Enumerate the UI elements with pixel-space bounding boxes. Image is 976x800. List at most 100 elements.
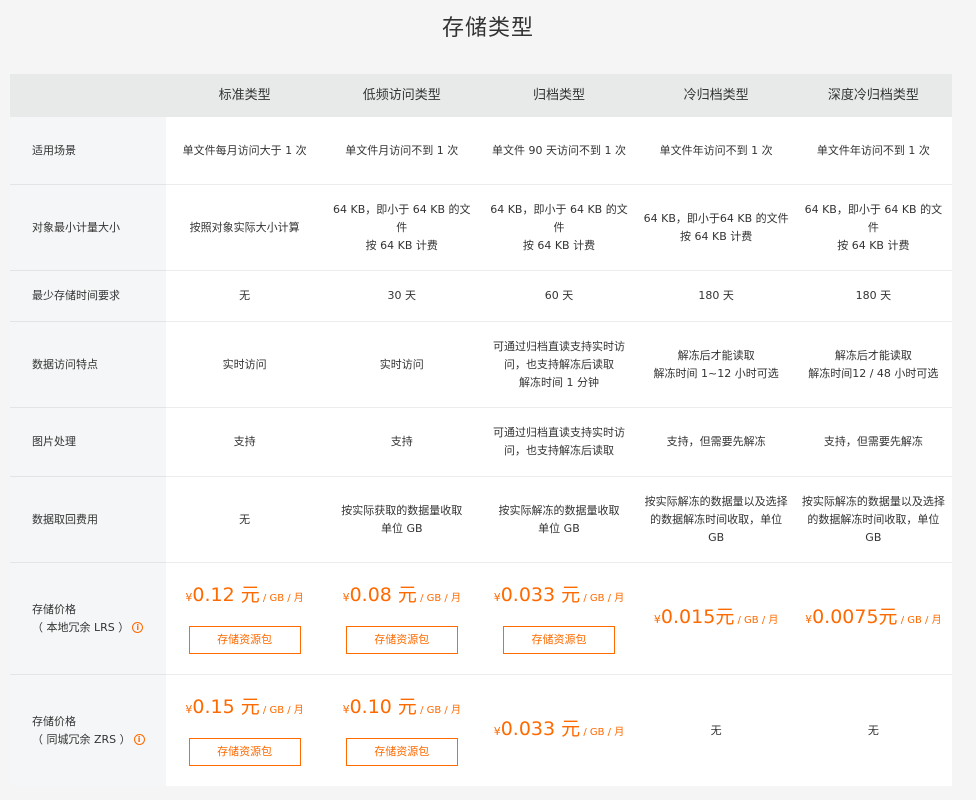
price-value: ¥0.015元 / GB / 月 <box>654 606 778 632</box>
info-circle-icon[interactable]: i <box>132 622 144 633</box>
header-standard: 标准类型 <box>166 74 324 117</box>
price-unit: / GB / 月 <box>580 592 625 604</box>
cell-min-billable-size-archive: 64 KB，即小于 64 KB 的文件 按 64 KB 计费 <box>480 185 638 271</box>
price-amount: 0.08 元 <box>349 583 417 606</box>
price-block: ¥0.033 元 / GB / 月 <box>494 718 625 744</box>
price-value: ¥0.10 元 / GB / 月 <box>343 696 461 722</box>
storage-price-label-line1: 存储价格 <box>32 602 76 616</box>
price-amount: 0.033 元 <box>500 717 581 740</box>
row-label-access-characteristics: 数据访问特点 <box>10 322 166 408</box>
row-label-storage-price-lrs: 存储价格 （ 本地冗余 LRS ） i <box>10 563 166 675</box>
price-value: ¥0.12 元 / GB / 月 <box>185 584 303 610</box>
price-amount: 0.10 元 <box>349 695 417 718</box>
price-block: ¥0.10 元 / GB / 月存储资源包 <box>343 696 461 766</box>
price-block: ¥0.15 元 / GB / 月存储资源包 <box>185 696 304 766</box>
currency-symbol: ¥ <box>653 612 661 626</box>
cell-min-billable-size-standard: 按照对象实际大小计算 <box>166 185 324 271</box>
price-unavailable: 无 <box>867 723 879 737</box>
cell-retrieval-fee-archive: 按实际解冻的数据量收取 单位 GB <box>480 477 638 563</box>
header-archive: 归档类型 <box>480 74 638 117</box>
cell-min-billable-size-cold-archive: 64 KB，即小于64 KB 的文件 按 64 KB 计费 <box>637 185 795 271</box>
cell-use-case-archive: 单文件 90 天访问不到 1 次 <box>480 117 638 185</box>
redundancy-label: （ 同城冗余 ZRS ） <box>32 732 131 746</box>
storage-package-button[interactable]: 存储资源包 <box>188 737 301 766</box>
price-unavailable: 无 <box>710 723 722 737</box>
cell-use-case-infrequent-access: 单文件月访问不到 1 次 <box>323 117 481 185</box>
cell-price-zrs-standard: ¥0.15 元 / GB / 月存储资源包 <box>166 675 323 786</box>
cell-min-storage-duration-deep-cold-archive: 180 天 <box>794 271 952 322</box>
cell-image-processing-infrequent-access: 支持 <box>323 408 481 477</box>
cell-min-storage-duration-archive: 60 天 <box>480 271 638 322</box>
cell-access-characteristics-infrequent-access: 实时访问 <box>323 322 481 408</box>
cell-access-characteristics-archive: 可通过归档直读支持实时访问，也支持解冻后读取 解冻时间 1 分钟 <box>480 322 638 408</box>
price-unit: / GB / 月 <box>416 704 461 716</box>
cell-price-lrs-standard: ¥0.12 元 / GB / 月存储资源包 <box>166 563 324 675</box>
price-value: ¥0.15 元 / GB / 月 <box>185 696 303 722</box>
cell-image-processing-deep-cold-archive: 支持，但需要先解冻 <box>794 408 952 477</box>
storage-price-label-line2: （ 同城冗余 ZRS ） i <box>32 731 145 749</box>
cell-min-billable-size-deep-cold-archive: 64 KB，即小于 64 KB 的文件 按 64 KB 计费 <box>794 185 952 271</box>
storage-package-button[interactable]: 存储资源包 <box>502 625 615 654</box>
storage-package-button[interactable]: 存储资源包 <box>345 737 458 766</box>
cell-image-processing-cold-archive: 支持，但需要先解冻 <box>637 408 795 477</box>
currency-symbol: ¥ <box>805 612 813 626</box>
row-label-image-processing: 图片处理 <box>10 408 166 477</box>
storage-price-label-zrs: 存储价格 （ 同城冗余 ZRS ） i <box>32 713 145 749</box>
price-unit: / GB / 月 <box>259 592 304 604</box>
page-title: 存储类型 <box>441 16 534 41</box>
cell-access-characteristics-deep-cold-archive: 解冻后才能读取 解冻时间12 / 48 小时可选 <box>794 322 952 408</box>
price-unit: / GB / 月 <box>734 614 779 626</box>
cell-price-zrs-infrequent-access: ¥0.10 元 / GB / 月存储资源包 <box>323 675 480 786</box>
header-deep-cold-archive: 深度冷归档类型 <box>794 74 952 117</box>
price-unit: / GB / 月 <box>580 726 625 738</box>
cell-min-storage-duration-standard: 无 <box>166 271 324 322</box>
row-label-min-billable-size: 对象最小计量大小 <box>10 185 166 271</box>
storage-price-label-line2: （ 本地冗余 LRS ） i <box>32 619 144 637</box>
cell-price-lrs-deep-cold-archive: ¥0.0075元 / GB / 月 <box>794 563 952 675</box>
info-circle-icon[interactable]: i <box>133 734 145 745</box>
cell-use-case-standard: 单文件每月访问大于 1 次 <box>166 117 324 185</box>
price-unit: / GB / 月 <box>897 614 942 626</box>
cell-price-lrs-cold-archive: ¥0.015元 / GB / 月 <box>637 563 795 675</box>
price-value: ¥0.033 元 / GB / 月 <box>494 718 625 744</box>
cell-access-characteristics-standard: 实时访问 <box>166 322 324 408</box>
cell-min-billable-size-infrequent-access: 64 KB，即小于 64 KB 的文件 按 64 KB 计费 <box>323 185 481 271</box>
currency-symbol: ¥ <box>342 590 350 604</box>
storage-package-button[interactable]: 存储资源包 <box>188 625 301 654</box>
price-block: ¥0.08 元 / GB / 月存储资源包 <box>343 584 461 654</box>
cell-use-case-cold-archive: 单文件年访问不到 1 次 <box>637 117 795 185</box>
cell-price-lrs-archive: ¥0.033 元 / GB / 月存储资源包 <box>480 563 638 675</box>
redundancy-label: （ 本地冗余 LRS ） <box>32 620 130 634</box>
price-block: ¥0.12 元 / GB / 月存储资源包 <box>185 584 304 654</box>
price-unit: / GB / 月 <box>259 704 304 716</box>
cell-price-zrs-cold-archive: 无 <box>638 675 795 786</box>
price-amount: 0.0075元 <box>812 605 898 628</box>
storage-price-label-line1: 存储价格 <box>32 714 76 728</box>
currency-symbol: ¥ <box>493 590 501 604</box>
cell-min-storage-duration-infrequent-access: 30 天 <box>323 271 481 322</box>
cell-min-storage-duration-cold-archive: 180 天 <box>637 271 795 322</box>
price-amount: 0.12 元 <box>192 583 260 606</box>
cell-use-case-deep-cold-archive: 单文件年访问不到 1 次 <box>794 117 952 185</box>
cell-image-processing-archive: 可通过归档直读支持实时访问，也支持解冻后读取 <box>480 408 638 477</box>
currency-symbol: ¥ <box>493 724 501 738</box>
cell-image-processing-standard: 支持 <box>166 408 324 477</box>
row-label-storage-price-zrs: 存储价格 （ 同城冗余 ZRS ） i <box>10 675 166 786</box>
price-unit: / GB / 月 <box>416 592 461 604</box>
cell-retrieval-fee-cold-archive: 按实际解冻的数据量以及选择的数据解冻时间收取，单位 GB <box>637 477 795 563</box>
currency-symbol: ¥ <box>342 702 350 716</box>
header-cold-archive: 冷归档类型 <box>637 74 795 117</box>
header-infrequent-access: 低频访问类型 <box>323 74 481 117</box>
price-block: ¥0.0075元 / GB / 月 <box>805 606 942 632</box>
cell-retrieval-fee-infrequent-access: 按实际获取的数据量收取 单位 GB <box>323 477 481 563</box>
storage-package-button[interactable]: 存储资源包 <box>345 625 458 654</box>
price-amount: 0.15 元 <box>192 695 260 718</box>
cell-access-characteristics-cold-archive: 解冻后才能读取 解冻时间 1~12 小时可选 <box>637 322 795 408</box>
cell-retrieval-fee-standard: 无 <box>166 477 324 563</box>
storage-type-comparison-table: 标准类型 低频访问类型 归档类型 冷归档类型 深度冷归档类型 适用场景 单文件每月… <box>10 74 952 786</box>
price-value: ¥0.08 元 / GB / 月 <box>343 584 461 610</box>
row-label-retrieval-fee: 数据取回费用 <box>10 477 166 563</box>
cell-price-zrs-archive: ¥0.033 元 / GB / 月 <box>480 675 637 786</box>
price-amount: 0.033 元 <box>500 583 581 606</box>
storage-price-label-lrs: 存储价格 （ 本地冗余 LRS ） i <box>32 601 144 637</box>
